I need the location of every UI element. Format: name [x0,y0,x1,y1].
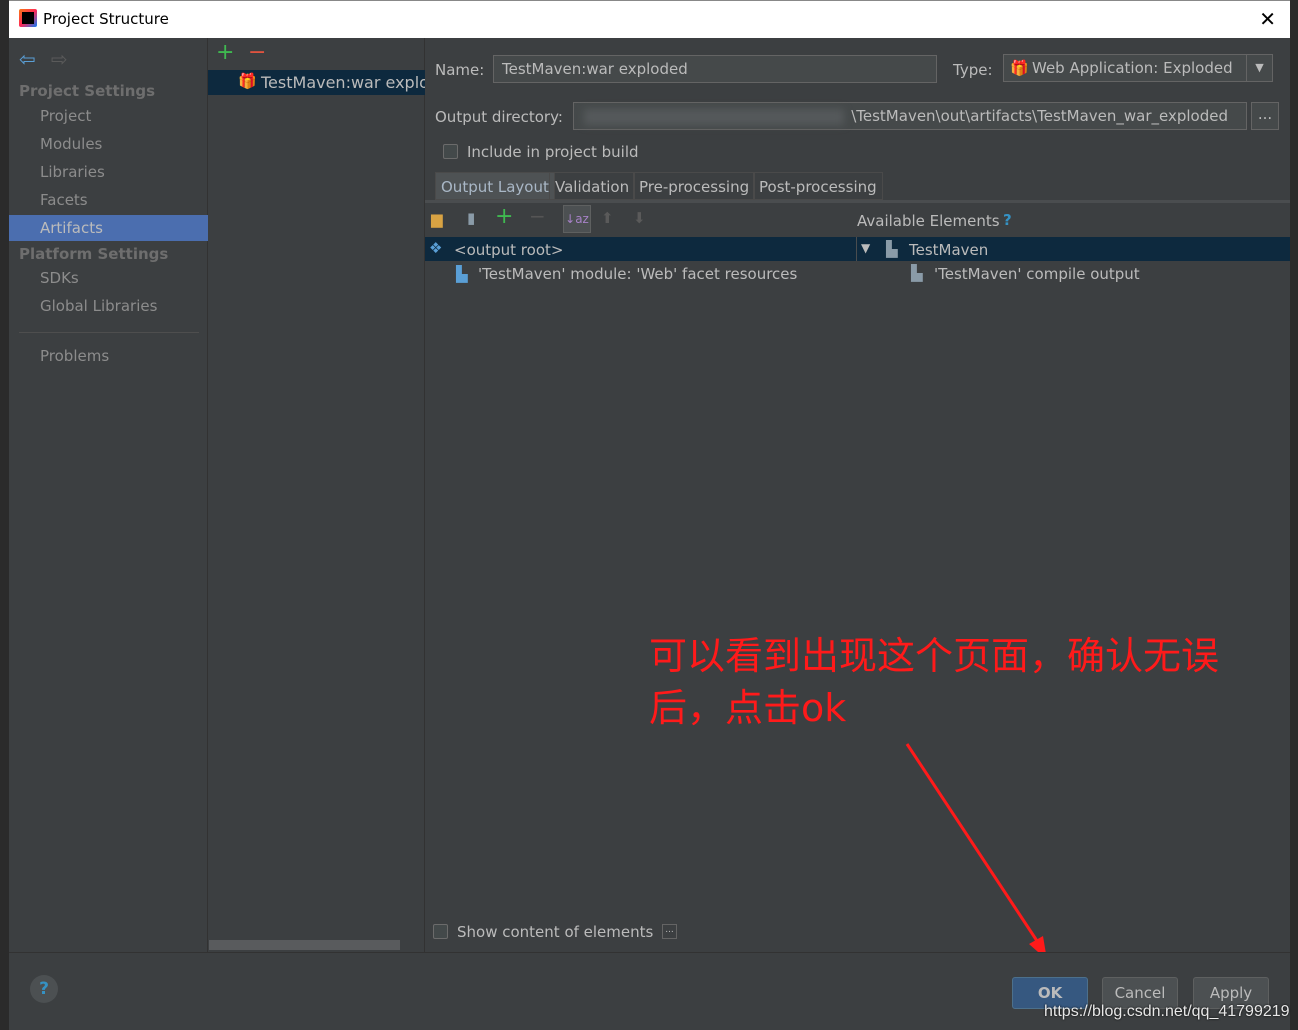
web-facet-icon: ▙ [456,265,468,283]
name-label: Name: [435,61,485,79]
type-label: Type: [953,61,993,79]
artifact-item[interactable]: 🎁 TestMaven:war exploded [208,70,425,95]
section-platform-settings: Platform Settings [19,245,169,263]
type-select-value: Web Application: Exploded [1032,59,1233,77]
move-up-icon[interactable]: ⬆ [601,209,614,227]
forward-arrow-icon[interactable]: ⇨ [51,47,68,71]
artifact-settings-panel: Name: TestMaven:war exploded Type: 🎁 Web… [425,38,1290,960]
war-artifact-icon: 🎁 [238,72,257,90]
chevron-down-icon[interactable]: ▼ [1246,55,1272,81]
remove-icon[interactable]: − [248,40,266,65]
divider [19,332,199,333]
artifacts-list-panel: + − 🎁 TestMaven:war exploded [208,38,425,952]
more-options-button[interactable]: ... [662,924,677,939]
tab-post-processing[interactable]: Post-processing [753,172,883,200]
intellij-logo-icon [19,9,37,27]
browse-button[interactable]: ... [1251,102,1279,130]
output-directory-label: Output directory: [435,108,563,126]
archive-icon[interactable]: ▮ [467,209,475,227]
horizontal-scrollbar[interactable] [209,940,400,950]
close-icon[interactable]: ✕ [1259,7,1276,31]
tree-item-output-root[interactable]: <output root> [454,241,563,259]
dialog-footer: ? OK Cancel Apply https://blog.csdn.net/… [9,952,1290,1030]
sidebar-item-libraries[interactable]: Libraries [9,159,208,185]
tree-item-compile-output[interactable]: 'TestMaven' compile output [934,265,1140,283]
add-icon[interactable]: + [216,40,234,65]
name-input[interactable]: TestMaven:war exploded [493,55,937,83]
project-structure-dialog: Project Structure ✕ ⇦ ⇨ Project Settings… [9,0,1290,1030]
output-directory-input[interactable]: \TestMaven\out\artifacts\TestMaven_war_e… [573,102,1247,130]
blurred-path [584,109,844,125]
sidebar-item-problems[interactable]: Problems [9,343,208,369]
annotation-arrow [905,743,1047,960]
add-copy-icon[interactable]: + [495,204,513,229]
war-artifact-icon: 🎁 [1010,59,1029,77]
sidebar-item-facets[interactable]: Facets [9,187,208,213]
tab-output-layout[interactable]: Output Layout [435,172,555,200]
window-title: Project Structure [43,10,169,28]
annotation-line-2: 后，点击ok [649,686,847,730]
sidebar-item-global-libraries[interactable]: Global Libraries [9,293,208,319]
annotation-line-1: 可以看到出现这个页面，确认无误 [649,634,1220,678]
sidebar: ⇦ ⇨ Project Settings Project Modules Lib… [9,38,208,952]
tab-validation[interactable]: Validation [549,172,636,200]
show-content-label: Show content of elements [457,923,654,941]
help-icon[interactable]: ? [1003,211,1012,229]
sidebar-item-project[interactable]: Project [9,103,208,129]
tree-item-testmaven[interactable]: TestMaven [909,241,988,259]
expand-triangle-icon[interactable]: ▼ [861,241,870,255]
sidebar-item-modules[interactable]: Modules [9,131,208,157]
sidebar-item-artifacts[interactable]: Artifacts [9,215,208,241]
section-project-settings: Project Settings [19,82,156,100]
back-arrow-icon[interactable]: ⇦ [19,47,36,71]
help-button[interactable]: ? [30,975,58,1003]
available-elements-label: Available Elements [857,212,1000,230]
sidebar-item-sdks[interactable]: SDKs [9,265,208,291]
type-select[interactable]: 🎁 Web Application: Exploded ▼ [1003,54,1273,82]
tab-pre-processing[interactable]: Pre-processing [633,172,756,200]
include-in-build-label: Include in project build [467,143,639,161]
watermark: https://blog.csdn.net/qq_41799219 [1044,1003,1290,1020]
module-folder-icon: ▙ [886,240,898,258]
output-root-icon: ❖ [429,239,443,257]
compile-output-icon: ▙ [911,264,923,282]
include-in-build-checkbox[interactable] [443,144,458,159]
move-down-icon[interactable]: ⬇ [633,209,646,227]
remove-element-icon[interactable]: − [529,204,546,228]
annotation-text: 可以看到出现这个页面，确认无误 后，点击ok [649,630,1219,734]
show-content-checkbox[interactable] [433,924,448,939]
sort-alphabetically-icon[interactable]: ↓az [563,205,591,233]
artifact-item-label: TestMaven:war exploded [261,73,425,92]
create-directory-icon[interactable]: ▆ [431,210,443,228]
output-directory-value: \TestMaven\out\artifacts\TestMaven_war_e… [851,107,1228,125]
tree-item-web-facet[interactable]: 'TestMaven' module: 'Web' facet resource… [478,265,797,283]
title-bar: Project Structure ✕ [9,0,1290,38]
tree-divider [856,237,857,261]
